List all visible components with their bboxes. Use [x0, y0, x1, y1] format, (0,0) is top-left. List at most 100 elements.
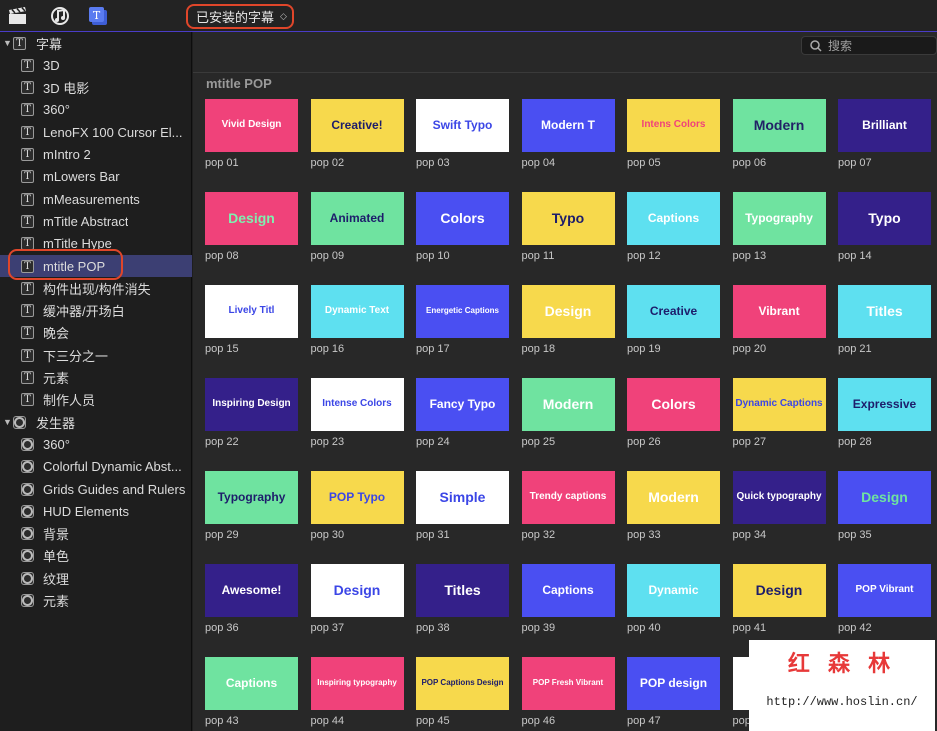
title-tile[interactable]: Dynamic Captions pop 27 [732, 378, 829, 466]
title-thumbnail[interactable]: Design [521, 285, 615, 338]
title-tile[interactable]: Swift Typo pop 03 [416, 99, 512, 187]
title-thumbnail[interactable]: Fancy Typo [416, 378, 509, 431]
title-tile[interactable]: POP Typo pop 30 [310, 471, 407, 559]
sidebar-category[interactable]: ▼ T 字幕 [0, 32, 192, 54]
title-thumbnail[interactable]: Typo [838, 192, 931, 245]
sidebar-item[interactable]: T 下三分之一 [0, 344, 192, 366]
sidebar-item[interactable]: 360° [0, 433, 192, 455]
title-tile[interactable]: Simple pop 31 [416, 471, 512, 559]
title-tile[interactable]: Brilliant pop 07 [838, 99, 934, 187]
title-tile[interactable]: Modern pop 25 [521, 378, 618, 466]
disclosure-triangle-icon[interactable]: ▼ [3, 417, 13, 427]
sidebar-item[interactable]: TmTitle Abstract [0, 210, 192, 232]
title-thumbnail[interactable]: Modern [521, 378, 615, 431]
title-thumbnail[interactable]: POP Typo [310, 471, 404, 524]
title-tile[interactable]: Fancy Typo pop 24 [416, 378, 512, 466]
title-thumbnail[interactable]: Modern T [521, 99, 615, 152]
sidebar-category[interactable]: ▼ 发生器 [0, 411, 192, 433]
title-tile[interactable]: Titles pop 21 [838, 285, 934, 373]
sidebar-item[interactable]: 单色 [0, 545, 192, 567]
sidebar-item[interactable]: T 元素 [0, 367, 192, 389]
title-thumbnail[interactable]: Modern [732, 99, 826, 152]
title-thumbnail[interactable]: Lively Titl [205, 285, 298, 338]
title-thumbnail[interactable]: Design [838, 471, 931, 524]
library-select[interactable]: 已安装的字幕 ◇ [186, 4, 294, 29]
title-tile[interactable]: Colors pop 26 [627, 378, 723, 466]
sidebar-item[interactable]: TmMeasurements [0, 188, 192, 210]
title-tile[interactable]: Quick typography pop 34 [732, 471, 829, 559]
title-tile[interactable]: POP Vibrant pop 42 [838, 564, 934, 652]
title-tile[interactable]: Colors pop 10 [416, 192, 512, 280]
sidebar-item[interactable]: 背景 [0, 523, 192, 545]
title-thumbnail[interactable]: Dynamic Captions [732, 378, 826, 431]
clapper-icon[interactable] [7, 6, 29, 26]
title-tile[interactable]: Intense Colors pop 23 [310, 378, 407, 466]
sidebar-item[interactable]: T 缓冲器/开场白 [0, 300, 192, 322]
sidebar-item[interactable]: T 360° [0, 99, 192, 121]
title-tile[interactable]: POP Captions Design pop 45 [416, 657, 512, 731]
title-tile[interactable]: Inspiring Design pop 22 [205, 378, 301, 466]
title-thumbnail[interactable]: Inspiring typography [310, 657, 404, 710]
sidebar-item[interactable]: T 晚会 [0, 322, 192, 344]
title-tile[interactable]: Typo pop 14 [838, 192, 934, 280]
title-thumbnail[interactable]: Animated [310, 192, 404, 245]
title-thumbnail[interactable]: Awesome! [205, 564, 298, 617]
title-tile[interactable]: Animated pop 09 [310, 192, 407, 280]
title-tile[interactable]: Vivid Design pop 01 [205, 99, 301, 187]
title-tile[interactable]: Intens Colors pop 05 [627, 99, 723, 187]
sidebar-item[interactable]: Grids Guides and Rulers [0, 478, 192, 500]
title-thumbnail[interactable]: Intense Colors [310, 378, 404, 431]
title-thumbnail[interactable]: Simple [416, 471, 509, 524]
title-thumbnail[interactable]: Design [310, 564, 404, 617]
title-tile[interactable]: Inspiring typography pop 44 [310, 657, 407, 731]
title-thumbnail[interactable]: Quick typography [732, 471, 826, 524]
title-thumbnail[interactable]: Design [732, 564, 826, 617]
sidebar-item[interactable]: T LenoFX 100 Cursor El... [0, 121, 192, 143]
sidebar-item[interactable]: T 3D 电影 [0, 77, 192, 99]
title-thumbnail[interactable]: Swift Typo [416, 99, 509, 152]
title-tile[interactable]: Creative pop 19 [627, 285, 723, 373]
title-tile[interactable]: Awesome! pop 36 [205, 564, 301, 652]
sidebar-item[interactable]: Tmtitle POP [0, 255, 192, 277]
title-tile[interactable]: Design pop 18 [521, 285, 618, 373]
sidebar-item[interactable]: TmLowers Bar [0, 166, 192, 188]
title-tile[interactable]: Dynamic pop 40 [627, 564, 723, 652]
title-tile[interactable]: Energetic Captions pop 17 [416, 285, 512, 373]
title-thumbnail[interactable]: Colors [627, 378, 720, 431]
title-thumbnail[interactable]: Energetic Captions [416, 285, 509, 338]
title-tile[interactable]: Dynamic Text pop 16 [310, 285, 407, 373]
title-tile[interactable]: Titles pop 38 [416, 564, 512, 652]
title-thumbnail[interactable]: Titles [838, 285, 931, 338]
title-thumbnail[interactable]: Titles [416, 564, 509, 617]
title-tile[interactable]: Typo pop 11 [521, 192, 618, 280]
sidebar-item[interactable]: Colorful Dynamic Abst... [0, 456, 192, 478]
title-thumbnail[interactable]: Trendy captions [521, 471, 615, 524]
title-thumbnail[interactable]: Captions [205, 657, 298, 710]
title-thumbnail[interactable]: Vivid Design [205, 99, 298, 152]
title-thumbnail[interactable]: Creative! [310, 99, 404, 152]
title-thumbnail[interactable]: Brilliant [838, 99, 931, 152]
title-thumbnail[interactable]: Intens Colors [627, 99, 720, 152]
title-tile[interactable]: Modern pop 06 [732, 99, 829, 187]
sidebar-item[interactable]: T 构件出现/构件消失 [0, 277, 192, 299]
titles-icon[interactable]: T [88, 6, 110, 26]
title-tile[interactable]: Modern pop 33 [627, 471, 723, 559]
title-tile[interactable]: Design pop 37 [310, 564, 407, 652]
title-tile[interactable]: Design pop 41 [732, 564, 829, 652]
title-thumbnail[interactable]: Colors [416, 192, 509, 245]
title-thumbnail[interactable]: Creative [627, 285, 720, 338]
title-thumbnail[interactable]: Modern [627, 471, 720, 524]
music-icon[interactable] [49, 6, 71, 26]
sidebar-item[interactable]: TmTitle Hype [0, 233, 192, 255]
title-tile[interactable]: Expressive pop 28 [838, 378, 934, 466]
sidebar-item[interactable]: HUD Elements [0, 500, 192, 522]
title-thumbnail[interactable]: Captions [521, 564, 615, 617]
title-tile[interactable]: Typography pop 29 [205, 471, 301, 559]
title-tile[interactable]: Design pop 35 [838, 471, 934, 559]
sidebar-item[interactable]: T 3D [0, 54, 192, 76]
title-tile[interactable]: Design pop 08 [205, 192, 301, 280]
title-thumbnail[interactable]: Captions [627, 192, 720, 245]
title-tile[interactable]: Captions pop 12 [627, 192, 723, 280]
title-tile[interactable]: Modern T pop 04 [521, 99, 618, 187]
title-tile[interactable]: Vibrant pop 20 [732, 285, 829, 373]
